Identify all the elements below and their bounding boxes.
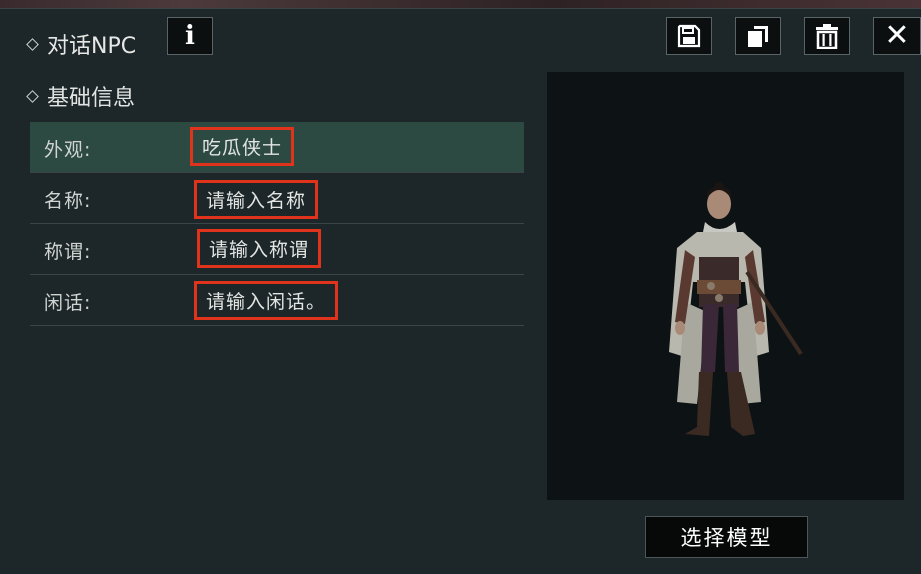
character-model-image [669, 182, 803, 436]
save-icon [677, 24, 701, 48]
section-heading: 基础信息 [26, 80, 136, 112]
chatter-input[interactable]: 请输入闲话。 [194, 281, 339, 320]
background-strip [0, 0, 921, 8]
save-button[interactable] [666, 17, 712, 55]
dialog-title: 对话NPC [26, 28, 137, 60]
info-icon: i [185, 21, 195, 51]
diamond-bullet-icon [26, 89, 39, 103]
dialog-title-text: 对话NPC [47, 34, 137, 59]
field-label: 名称: [44, 190, 92, 212]
field-row-title: 称谓: 请输入称谓 [30, 224, 524, 275]
section-heading-text: 基础信息 [47, 86, 136, 111]
title-input[interactable]: 请输入称谓 [197, 229, 322, 268]
dialog-header: 对话NPC i ✕ [0, 8, 921, 64]
delete-button[interactable] [804, 17, 850, 55]
field-row-appearance[interactable]: 外观: 吃瓜侠士 [30, 122, 524, 173]
field-list: 外观: 吃瓜侠士 名称: 请输入名称 称谓: 请输入称谓 闲话: 请输入闲话。 [30, 122, 524, 326]
field-row-name: 名称: 请输入名称 [30, 173, 524, 224]
copy-button[interactable] [735, 17, 781, 55]
model-preview [547, 72, 904, 500]
field-label: 称谓: [44, 241, 92, 263]
field-label: 外观: [44, 139, 92, 161]
close-icon: ✕ [884, 18, 910, 53]
delete-icon [816, 24, 838, 49]
close-button[interactable]: ✕ [873, 17, 921, 55]
copy-icon [748, 26, 768, 47]
appearance-input[interactable]: 吃瓜侠士 [190, 127, 295, 166]
field-row-chatter: 闲话: 请输入闲话。 [30, 275, 524, 326]
field-label: 闲话: [44, 292, 92, 314]
diamond-bullet-icon [26, 37, 39, 51]
info-button[interactable]: i [167, 17, 213, 55]
name-input[interactable]: 请输入名称 [194, 180, 319, 219]
select-model-button[interactable]: 选择模型 [645, 516, 808, 558]
